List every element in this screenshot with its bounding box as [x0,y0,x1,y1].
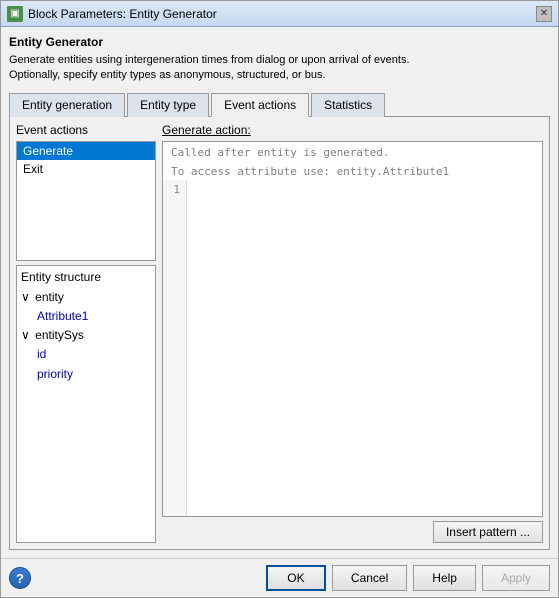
bottom-bar: ? OK Cancel Help Apply [1,558,558,597]
window-title: Block Parameters: Entity Generator [28,7,217,21]
toggle-entitysys[interactable]: ∨ [21,326,30,345]
tab-bar: Entity generation Entity type Event acti… [9,92,550,117]
insert-pattern-row: Insert pattern ... [162,521,543,543]
tab-entity-type[interactable]: Entity type [127,93,209,117]
close-button[interactable]: ✕ [536,6,552,22]
tab-entity-generation[interactable]: Entity generation [9,93,125,117]
tree-label-entity: entity [35,290,64,304]
event-list-item-exit[interactable]: Exit [17,160,155,178]
entity-structure-title: Entity structure [21,270,151,284]
right-panel: Generate action: Called after entity is … [162,123,543,543]
section-title: Entity Generator [9,35,550,49]
inner-content: Event actions Generate Exit Entity struc… [16,123,543,543]
code-input[interactable] [187,180,542,516]
tree-node-attribute1: Attribute1 [21,307,151,326]
ok-button[interactable]: OK [266,565,326,591]
tab-statistics[interactable]: Statistics [311,93,385,117]
tree-node-id: id [21,345,151,364]
tree-node-priority: priority [21,365,151,384]
window-body: Entity Generator Generate entities using… [1,27,558,558]
event-list-item-generate[interactable]: Generate [17,142,155,160]
code-comment-1: Called after entity is generated. [163,142,542,161]
toggle-entity[interactable]: ∨ [21,288,30,307]
help-icon-button[interactable]: ? [9,567,31,589]
line-numbers: 1 [163,180,187,516]
apply-button[interactable]: Apply [482,565,550,591]
code-area-container: Called after entity is generated. To acc… [162,141,543,517]
tree: ∨ entity Attribute1 ∨ entitySys [21,288,151,384]
tree-label-entitysys: entitySys [35,328,84,342]
title-bar-left: ▣ Block Parameters: Entity Generator [7,6,217,22]
description: Generate entities using intergeneration … [9,53,550,84]
event-list: Generate Exit [16,141,156,261]
code-comment-2: To access attribute use: entity.Attribut… [163,161,542,180]
insert-pattern-button[interactable]: Insert pattern ... [433,521,543,543]
tree-node-entitysys: ∨ entitySys [21,326,151,345]
title-bar: ▣ Block Parameters: Entity Generator ✕ [1,1,558,27]
help-button[interactable]: Help [413,565,476,591]
entity-structure-panel: Entity structure ∨ entity Attribute1 ∨ [16,265,156,543]
generate-action-label: Generate action: [162,123,543,137]
left-panel: Event actions Generate Exit Entity struc… [16,123,156,543]
code-editor: 1 [163,180,542,516]
window-icon: ▣ [7,6,23,22]
bottom-buttons: OK Cancel Help Apply [266,565,550,591]
cancel-button[interactable]: Cancel [332,565,407,591]
tree-label-priority: priority [37,367,73,381]
tab-event-actions[interactable]: Event actions [211,93,309,117]
line-number-1: 1 [169,182,180,199]
event-actions-label: Event actions [16,123,156,137]
bottom-left: ? [9,567,31,589]
help-icon-label: ? [16,571,24,586]
main-window: ▣ Block Parameters: Entity Generator ✕ E… [0,0,559,598]
tree-label-attribute1: Attribute1 [37,309,88,323]
tree-node-entity: ∨ entity [21,288,151,307]
tree-label-id: id [37,347,46,361]
tab-content: Event actions Generate Exit Entity struc… [9,117,550,550]
